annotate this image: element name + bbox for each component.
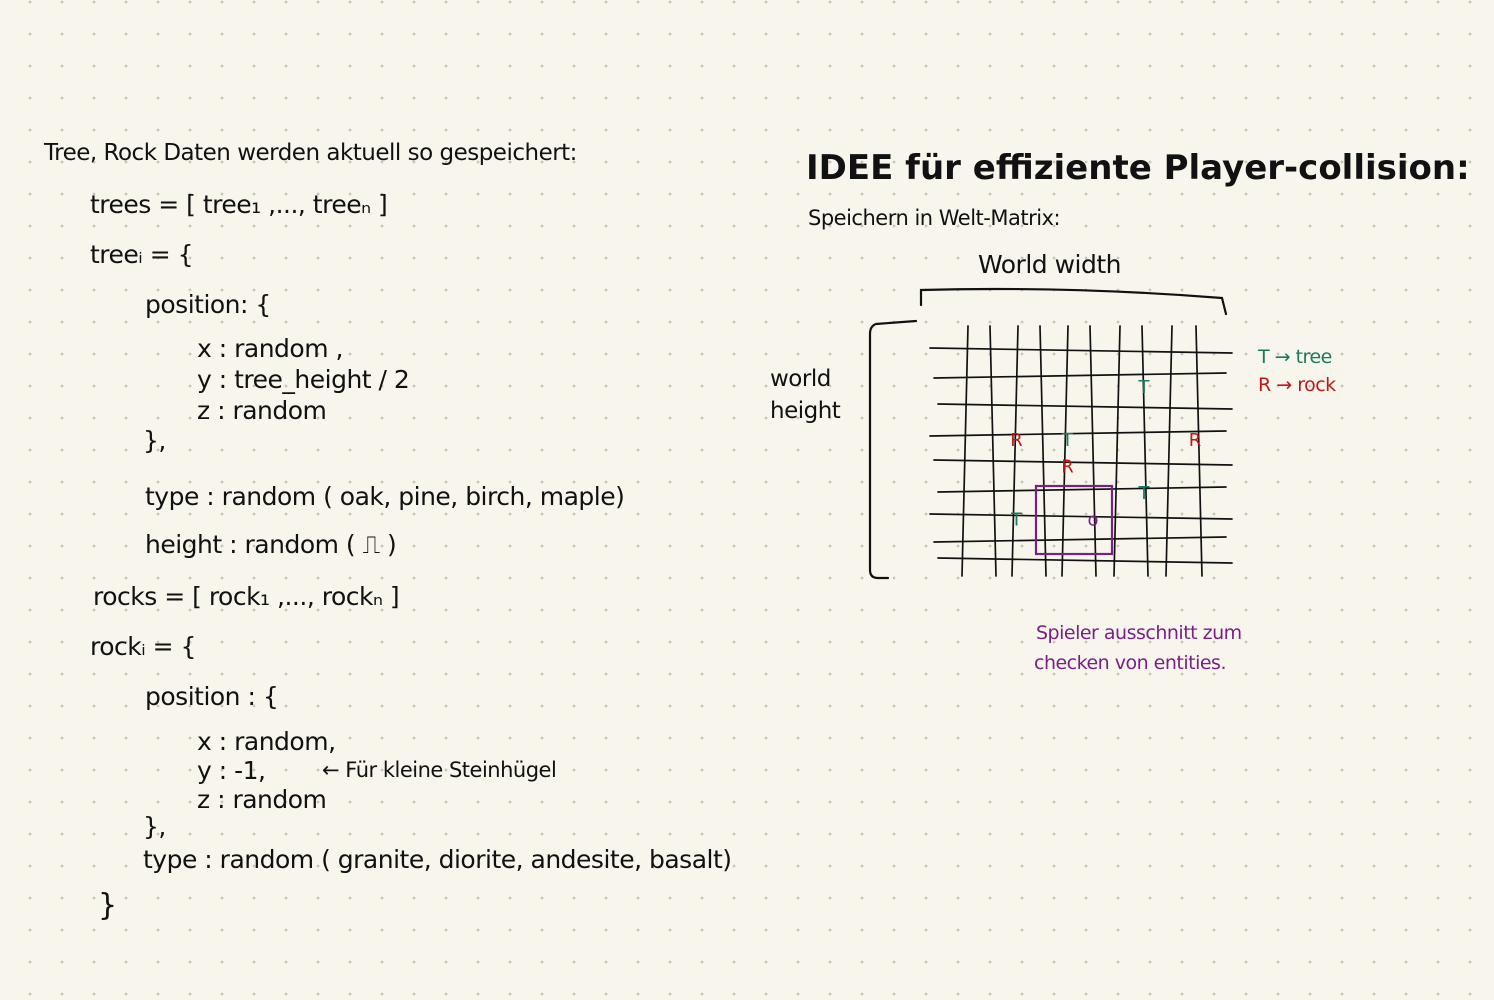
tree-marker: T bbox=[1138, 483, 1151, 504]
grid-column-line bbox=[961, 325, 969, 577]
grid-column-line bbox=[1061, 325, 1069, 577]
grid-row-line bbox=[933, 372, 1227, 379]
grid-row-line bbox=[929, 513, 1233, 520]
grid-column-line bbox=[989, 325, 997, 577]
rock-marker: R bbox=[1189, 430, 1202, 451]
player-box-caption-line2: checken von entities. bbox=[1034, 652, 1227, 674]
rock-marker: R bbox=[1010, 430, 1023, 451]
tree-marker: T bbox=[1061, 430, 1074, 451]
grid-row-line bbox=[937, 557, 1233, 564]
grid-row-line bbox=[937, 403, 1233, 410]
world-width-brace bbox=[919, 287, 1228, 316]
grid-row-line bbox=[933, 459, 1233, 466]
world-matrix-diagram: TR T RRTT o bbox=[868, 287, 1233, 580]
rock-marker: R bbox=[1061, 457, 1074, 478]
grid-row-line bbox=[937, 486, 1227, 493]
world-height-brace bbox=[868, 319, 918, 580]
tree-marker: T bbox=[1010, 510, 1023, 531]
matrix-markers: TR T RRTT o bbox=[1010, 377, 1201, 531]
grid-row-line bbox=[929, 347, 1233, 354]
grid-column-line bbox=[1195, 325, 1203, 577]
grid-column-line bbox=[1039, 325, 1047, 577]
grid-column-line bbox=[1011, 325, 1019, 577]
grid-row-line bbox=[933, 536, 1227, 543]
player-view-box bbox=[1034, 484, 1114, 556]
matrix-grid-lines bbox=[929, 325, 1233, 577]
player-marker: o bbox=[1087, 510, 1098, 531]
player-box-caption-line1: Spieler ausschnitt zum bbox=[1036, 622, 1242, 644]
grid-row-line bbox=[929, 430, 1227, 437]
tree-marker: T bbox=[1138, 377, 1151, 398]
